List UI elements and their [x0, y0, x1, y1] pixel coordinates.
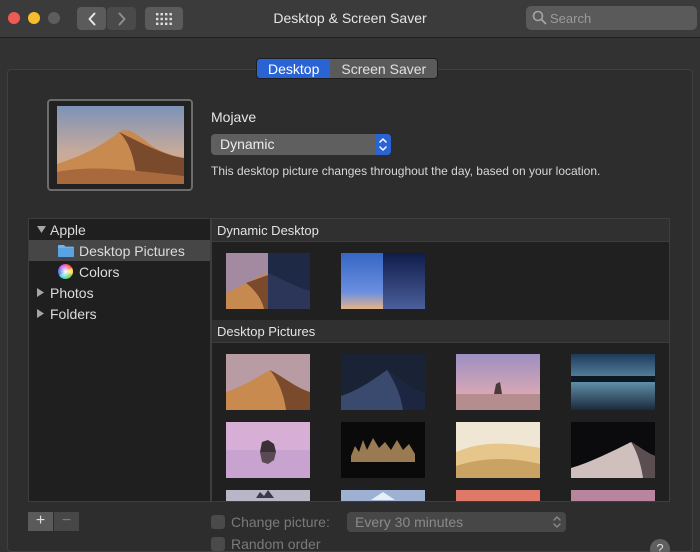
- section-header-pictures: Desktop Pictures: [212, 320, 669, 343]
- sidebar-item-label: Colors: [79, 263, 120, 280]
- wallpaper-thumbnail[interactable]: [456, 490, 540, 501]
- system-preferences-window: Desktop & Screen Saver Desktop Screen Sa…: [0, 0, 700, 552]
- sidebar-item-apple[interactable]: Apple: [35, 219, 86, 240]
- wallpaper-thumbnail[interactable]: [456, 354, 540, 410]
- picture-browser: Dynamic Desktop Desktop Pictures: [211, 218, 670, 502]
- add-remove-controls: + −: [28, 512, 79, 531]
- tab-screen-saver[interactable]: Screen Saver: [330, 59, 438, 78]
- wallpaper-thumbnail[interactable]: [226, 422, 310, 478]
- sidebar-item-label: Desktop Pictures: [79, 242, 185, 259]
- wallpaper-thumbnail[interactable]: [456, 422, 540, 478]
- wallpaper-thumbnail[interactable]: [341, 354, 425, 410]
- desktop-preview: [47, 99, 193, 191]
- wallpaper-thumbnail[interactable]: [226, 490, 310, 501]
- title-bar: Desktop & Screen Saver: [0, 0, 700, 38]
- appearance-mode-value: Dynamic: [220, 136, 275, 152]
- disclosure-open-icon[interactable]: [35, 225, 47, 234]
- wallpaper-thumbnail[interactable]: [341, 490, 425, 501]
- wallpaper-name: Mojave: [211, 109, 257, 125]
- popup-arrows-icon: [375, 134, 391, 155]
- section-header-dynamic: Dynamic Desktop: [212, 219, 669, 242]
- wallpaper-thumbnail[interactable]: [571, 490, 655, 501]
- wallpaper-thumbnail[interactable]: [226, 253, 310, 309]
- sidebar-item-label: Folders: [50, 305, 97, 322]
- random-order-checkbox[interactable]: [211, 537, 225, 551]
- folder-icon: [58, 244, 74, 257]
- change-picture-label: Change picture:: [231, 514, 330, 530]
- wallpaper-thumbnail[interactable]: [341, 253, 425, 309]
- remove-folder-button[interactable]: −: [54, 512, 79, 531]
- disclosure-closed-icon[interactable]: [35, 288, 47, 297]
- sidebar-item-photos[interactable]: Photos: [35, 282, 94, 303]
- change-interval-popup[interactable]: Every 30 minutes: [347, 512, 566, 532]
- wallpaper-thumbnail[interactable]: [571, 422, 655, 478]
- change-picture-checkbox[interactable]: [211, 515, 225, 529]
- tab-bar: Desktop Screen Saver: [256, 58, 439, 79]
- sidebar-item-desktop-pictures[interactable]: Desktop Pictures: [29, 240, 210, 261]
- change-picture-option[interactable]: Change picture:: [211, 514, 330, 530]
- wallpaper-description: This desktop picture changes throughout …: [211, 164, 601, 178]
- popup-arrows-icon: [553, 516, 561, 528]
- change-interval-value: Every 30 minutes: [355, 514, 464, 530]
- wallpaper-thumbnail[interactable]: [341, 422, 425, 478]
- search-field[interactable]: [526, 6, 697, 30]
- search-input[interactable]: [550, 8, 690, 28]
- random-order-label: Random order: [231, 536, 321, 552]
- source-list: Apple Desktop Pictures Colors Photos Fol…: [28, 218, 211, 502]
- sidebar-item-label: Apple: [50, 221, 86, 238]
- tab-desktop[interactable]: Desktop: [257, 59, 331, 78]
- sidebar-item-label: Photos: [50, 284, 94, 301]
- appearance-mode-popup[interactable]: Dynamic: [211, 134, 391, 155]
- search-icon: [532, 10, 547, 25]
- add-folder-button[interactable]: +: [28, 512, 53, 531]
- wallpaper-thumbnail[interactable]: [226, 354, 310, 410]
- disclosure-closed-icon[interactable]: [35, 309, 47, 318]
- color-wheel-icon: [58, 264, 73, 279]
- sidebar-item-folders[interactable]: Folders: [35, 303, 97, 324]
- sidebar-item-colors[interactable]: Colors: [58, 261, 119, 282]
- help-button[interactable]: ?: [650, 539, 670, 552]
- mojave-preview-image: [57, 106, 184, 184]
- random-order-option[interactable]: Random order: [211, 536, 321, 552]
- wallpaper-thumbnail[interactable]: [571, 354, 655, 410]
